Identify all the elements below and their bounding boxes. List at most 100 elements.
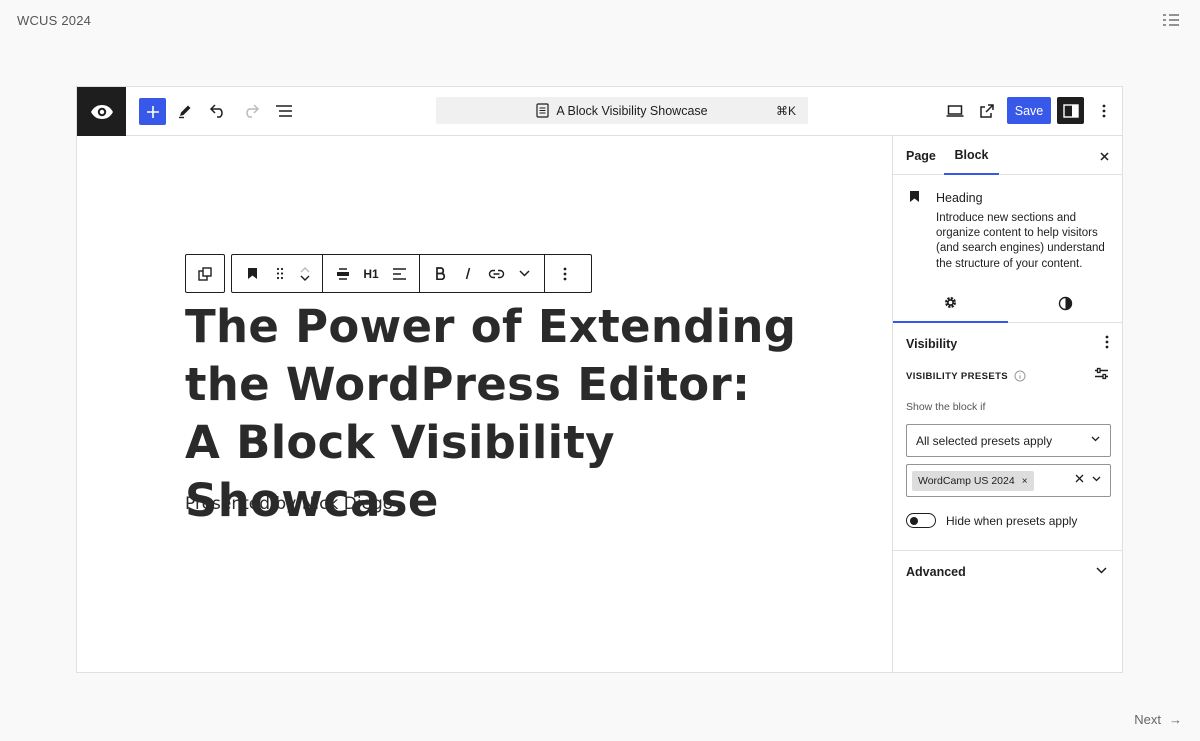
tools-button[interactable]: [171, 97, 199, 125]
visibility-panel-title: Visibility: [906, 337, 958, 351]
format-group: [420, 255, 545, 292]
arrow-right-icon: →: [1169, 712, 1182, 727]
plus-icon: [146, 105, 159, 118]
text-align-button[interactable]: [385, 260, 413, 288]
paragraph-block[interactable]: Presented by Nick Diego: [185, 494, 393, 514]
command-palette-button[interactable]: A Block Visibility Showcase ⌘K: [436, 97, 808, 124]
chevron-down-icon: [1096, 567, 1107, 574]
more-formats-button[interactable]: [510, 260, 538, 288]
block-style-group: H1: [323, 255, 420, 292]
desktop-icon: [946, 105, 964, 117]
options-button[interactable]: [1090, 97, 1118, 125]
block-type-button[interactable]: [238, 260, 266, 288]
view-post-button[interactable]: [973, 97, 1001, 125]
settings-sidebar-toggle[interactable]: [1057, 97, 1084, 124]
bookmark-icon: [909, 190, 920, 208]
hide-when-label: Hide when presets apply: [946, 513, 1078, 528]
advanced-panel[interactable]: Advanced: [893, 551, 1122, 591]
block-mover: [294, 266, 316, 281]
heading-level-button[interactable]: H1: [357, 260, 385, 288]
advanced-panel-title: Advanced: [906, 565, 966, 579]
visibility-panel: Visibility VISIBILITY PRESETS Show the b…: [893, 323, 1122, 551]
presets-settings-button[interactable]: [1094, 367, 1109, 385]
visibility-presets-label: VISIBILITY PRESETS: [906, 370, 1026, 382]
editor-canvas: H1 The Power of Extending the WordPress …: [77, 136, 892, 672]
preset-token-label: WordCamp US 2024: [918, 475, 1015, 487]
block-mover-group: [232, 255, 323, 292]
undo-icon: [209, 104, 223, 118]
drag-handle-icon: [276, 267, 284, 280]
block-transform-toolbar: [185, 254, 225, 293]
page-icon: [536, 103, 549, 118]
heading-line: the WordPress Editor:: [185, 358, 751, 411]
block-editor: A Block Visibility Showcase ⌘K Save H1 T…: [76, 86, 1123, 673]
chevron-down-icon[interactable]: [300, 275, 310, 281]
tab-block[interactable]: Block: [944, 136, 999, 175]
bold-button[interactable]: [426, 260, 454, 288]
more-vertical-icon: [1102, 104, 1106, 118]
undo-button[interactable]: [204, 97, 232, 125]
preset-token: WordCamp US 2024 ×: [912, 471, 1034, 491]
next-slide-button[interactable]: Next →: [1134, 712, 1182, 727]
italic-button[interactable]: [454, 260, 482, 288]
info-icon[interactable]: [1014, 370, 1026, 382]
copy-icon: [198, 266, 212, 281]
tab-settings[interactable]: [893, 284, 1008, 323]
tab-styles[interactable]: [1008, 284, 1122, 323]
sidebar-icon: [1062, 103, 1079, 118]
chevron-down-icon: [1091, 436, 1100, 442]
save-button[interactable]: Save: [1007, 97, 1051, 124]
close-icon: [1099, 151, 1109, 161]
condition-select[interactable]: All selected presets apply: [906, 424, 1111, 457]
site-icon-button[interactable]: [77, 87, 126, 136]
list-view-button[interactable]: [270, 97, 298, 125]
block-toolbar: H1: [231, 254, 592, 293]
chevron-down-icon: [518, 270, 530, 277]
clear-icon[interactable]: [1075, 474, 1084, 483]
block-options-button[interactable]: [551, 260, 579, 288]
presets-token-field[interactable]: WordCamp US 2024 ×: [906, 464, 1111, 497]
gear-icon: [944, 296, 957, 309]
close-sidebar-button[interactable]: [1095, 147, 1113, 165]
bookmark-icon: [247, 268, 257, 279]
inspector-tabs: [893, 284, 1122, 323]
block-card-title: Heading: [936, 191, 983, 205]
align-left-icon: [392, 267, 406, 280]
settings-sidebar: Page Block Heading Introduce new section…: [892, 136, 1122, 672]
show-block-label: Show the block if: [906, 401, 986, 413]
remove-token-icon[interactable]: ×: [1022, 476, 1028, 487]
chevron-up-icon[interactable]: [300, 266, 310, 273]
visibility-options-button[interactable]: [1105, 335, 1109, 354]
more-vertical-icon: [563, 267, 567, 280]
more-vertical-icon: [1105, 335, 1109, 349]
block-alignment-button[interactable]: [329, 260, 357, 288]
editor-topbar: A Block Visibility Showcase ⌘K Save: [77, 87, 1122, 136]
pencil-icon: [179, 105, 191, 119]
heading-line: The Power of Extending: [185, 300, 797, 353]
transform-button[interactable]: [191, 260, 219, 288]
link-button[interactable]: [482, 260, 510, 288]
deck-title: WCUS 2024: [17, 13, 92, 28]
options-group: [545, 255, 585, 292]
device-preview-button[interactable]: [941, 97, 969, 125]
keyboard-shortcut: ⌘K: [775, 104, 796, 118]
eye-icon: [90, 104, 113, 119]
block-card: Heading Introduce new sections and organ…: [893, 175, 1122, 284]
sidebar-tabs: Page Block: [893, 136, 1122, 175]
tab-page[interactable]: Page: [906, 136, 936, 175]
hide-when-toggle[interactable]: [906, 513, 936, 528]
italic-icon: [465, 267, 471, 280]
table-of-contents-icon[interactable]: [1162, 12, 1180, 28]
align-full-icon: [337, 267, 349, 280]
external-link-icon: [980, 104, 994, 118]
redo-icon: [246, 104, 260, 118]
chevron-down-icon[interactable]: [1092, 476, 1101, 482]
hide-when-toggle-row: Hide when presets apply: [906, 513, 1077, 528]
sliders-icon: [1095, 367, 1108, 380]
drag-handle[interactable]: [266, 260, 294, 288]
redo-button[interactable]: [237, 97, 265, 125]
presets-label-text: VISIBILITY PRESETS: [906, 370, 1009, 382]
block-card-description: Introduce new sections and organize cont…: [936, 212, 1105, 270]
link-icon: [488, 269, 504, 278]
add-block-button[interactable]: [139, 98, 166, 125]
